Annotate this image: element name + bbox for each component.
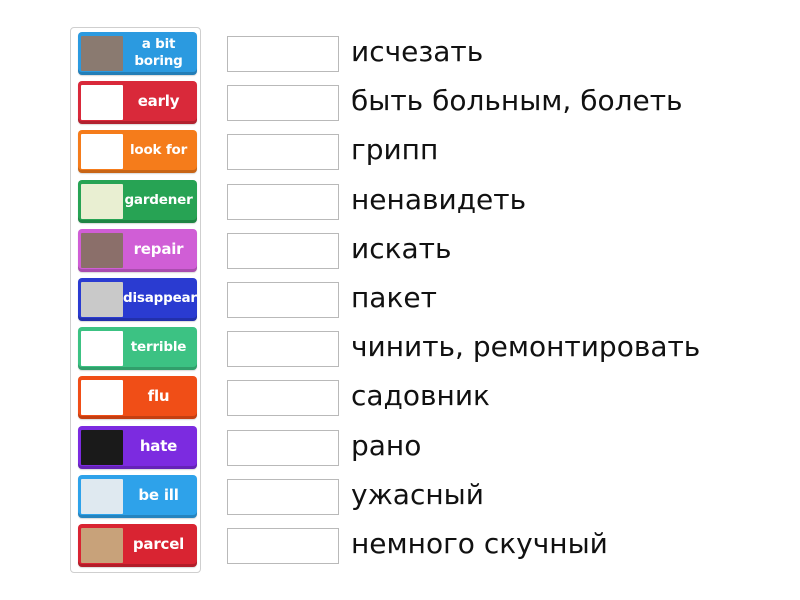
drop-slot[interactable]: [227, 528, 339, 564]
term-label: садовник: [351, 379, 490, 413]
card-label: terrible: [130, 339, 187, 356]
card-label: parcel: [132, 535, 185, 553]
card-label: repair: [133, 239, 184, 258]
car-repair-photo-icon: [81, 232, 123, 268]
term-label: быть больным, болеть: [351, 84, 683, 118]
card-gardener[interactable]: gardener: [78, 179, 197, 223]
card-parcel[interactable]: parcel: [78, 524, 197, 567]
term-label: рано: [351, 428, 422, 462]
card-label-line: boring: [134, 52, 183, 69]
card-label: disappear: [123, 290, 197, 306]
card-label-line: a bit: [141, 35, 176, 52]
drop-slot[interactable]: [227, 85, 339, 122]
cards-panel: a bit boring early look for gardener repair di…: [70, 27, 201, 573]
drop-slot[interactable]: [227, 478, 339, 515]
term-label: ужасный: [351, 477, 484, 511]
card-early[interactable]: early: [78, 81, 197, 125]
card-be-ill[interactable]: be ill: [78, 474, 197, 518]
term-label: искать: [351, 231, 452, 265]
drop-slot[interactable]: [227, 282, 339, 318]
purple-monster-cartoon-icon: [81, 331, 123, 367]
card-repair[interactable]: repair: [78, 228, 197, 272]
term-label: исчезать: [351, 35, 484, 68]
term-label: грипп: [351, 133, 439, 167]
card-label: flu: [147, 387, 170, 406]
drop-slot[interactable]: [227, 183, 339, 220]
disappearing-man-photo-icon: [81, 282, 123, 317]
card-label: a bit boring: [123, 36, 197, 72]
term-label: немного скучный: [351, 527, 608, 560]
drop-slot[interactable]: [227, 134, 339, 171]
card-disappear[interactable]: disappear: [78, 278, 197, 321]
card-label: look for: [129, 142, 188, 159]
card-label: gardener: [124, 191, 193, 208]
term-label: чинить, ремонтировать: [351, 330, 701, 364]
man-with-binoculars-cartoon-icon: [81, 134, 123, 170]
card-a-bit-boring[interactable]: a bit boring: [78, 32, 197, 75]
drop-slot[interactable]: [227, 331, 339, 368]
flu-shot-poster-icon: [81, 380, 123, 416]
gardeners-cartoon-icon: [81, 183, 123, 219]
card-label: be ill: [138, 485, 179, 504]
man-in-suit-photo-icon: [81, 36, 123, 71]
cardboard-parcel-photo-icon: [81, 528, 123, 563]
i-hate-you-photo-icon: [81, 429, 123, 465]
card-flu[interactable]: flu: [78, 376, 197, 420]
card-look-for[interactable]: look for: [78, 130, 197, 174]
card-label: early: [137, 92, 180, 111]
card-label: hate: [139, 436, 178, 455]
drop-slot[interactable]: [227, 232, 339, 269]
drop-slot[interactable]: [227, 36, 339, 72]
sick-man-in-bed-cartoon-icon: [81, 478, 123, 514]
term-label: ненавидеть: [351, 182, 527, 216]
drop-slot[interactable]: [227, 429, 339, 466]
term-label: пакет: [351, 281, 437, 314]
bird-cartoon-icon: [81, 85, 123, 121]
card-hate[interactable]: hate: [78, 425, 197, 469]
card-terrible[interactable]: terrible: [78, 327, 197, 371]
drop-slot[interactable]: [227, 380, 339, 417]
